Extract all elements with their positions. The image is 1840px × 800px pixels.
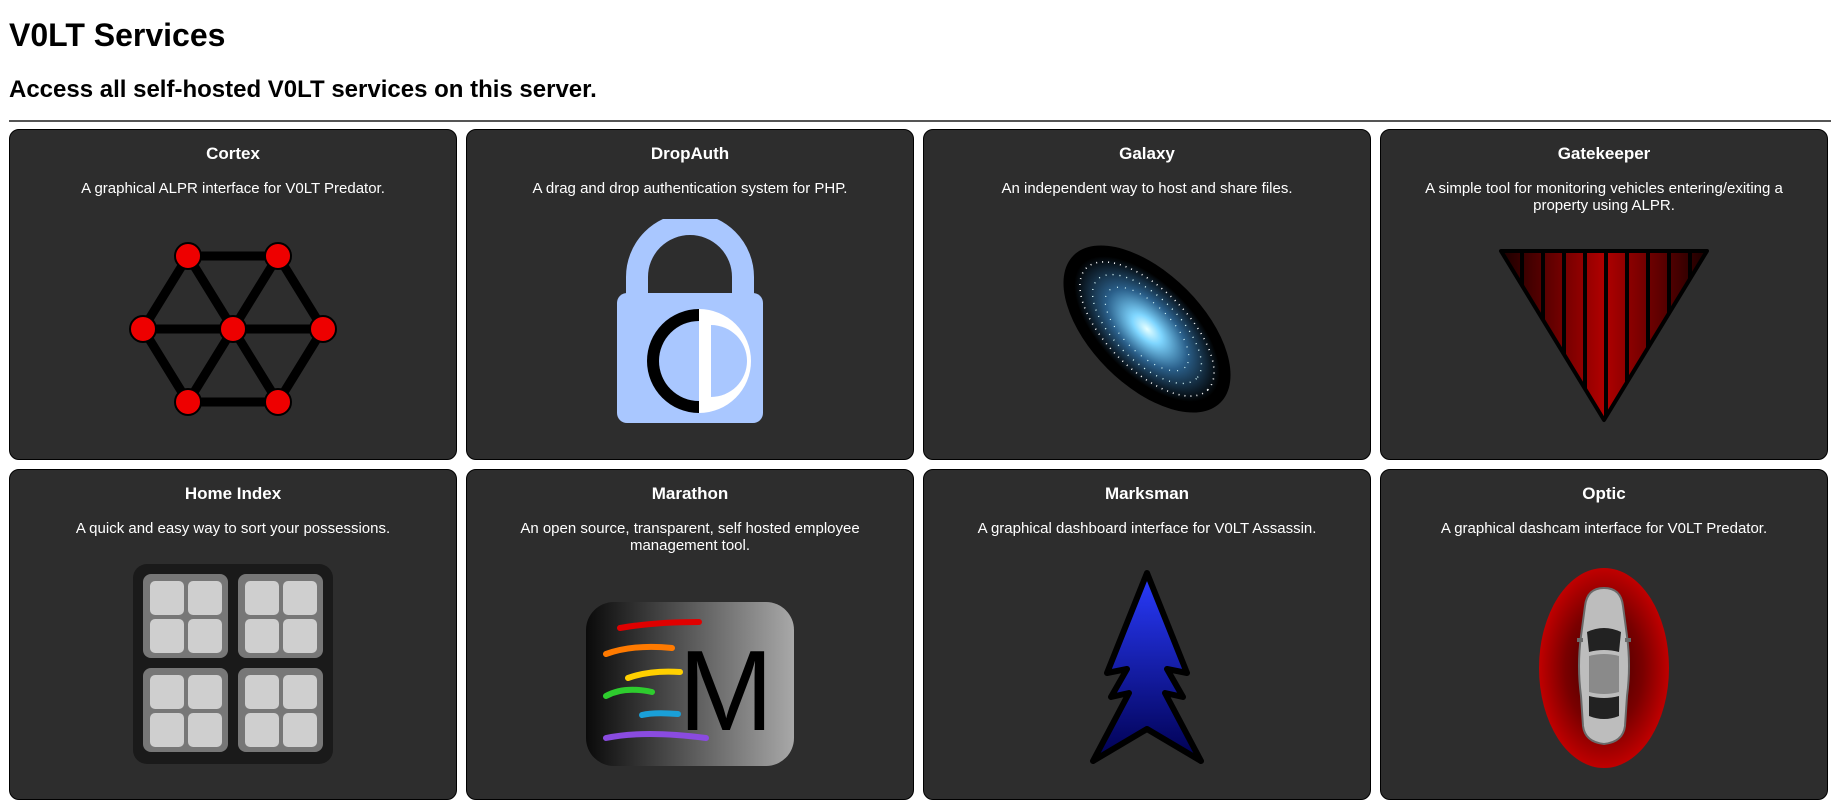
arrow-tree-icon (924, 569, 1370, 769)
grid-boxes-icon (10, 562, 456, 766)
service-card-home-index[interactable]: Home Index A quick and easy way to sort … (9, 469, 457, 800)
service-description: An independent way to host and share fil… (1001, 180, 1293, 197)
service-title: DropAuth (650, 144, 730, 163)
service-description: A drag and drop authentication system fo… (532, 180, 848, 197)
service-card-gatekeeper[interactable]: Gatekeeper A simple tool for monitoring … (1380, 129, 1828, 460)
service-card-marathon[interactable]: Marathon An open source, transparent, se… (466, 469, 914, 800)
gate-triangle-icon (1381, 248, 1827, 424)
cortex-network-icon (10, 234, 456, 424)
service-card-dropauth[interactable]: DropAuth A drag and drop authentication … (466, 129, 914, 460)
service-description: A simple tool for monitoring vehicles en… (1425, 180, 1783, 214)
service-title: Home Index (184, 484, 282, 503)
service-description: An open source, transparent, self hosted… (520, 520, 860, 554)
padlock-icon (467, 219, 913, 425)
galaxy-icon (924, 234, 1370, 424)
service-title: Galaxy (1119, 144, 1175, 163)
car-top-view-icon (1381, 566, 1827, 770)
service-card-marksman[interactable]: Marksman A graphical dashboard interface… (923, 469, 1371, 800)
service-title: Gatekeeper (1557, 144, 1651, 163)
service-title: Cortex (206, 144, 260, 163)
service-description: A graphical dashboard interface for V0LT… (977, 520, 1317, 537)
service-description: A graphical ALPR interface for V0LT Pred… (81, 180, 385, 197)
page-subtitle: Access all self-hosted V0LT services on … (9, 76, 597, 103)
service-card-cortex[interactable]: Cortex A graphical ALPR interface for V0… (9, 129, 457, 460)
service-card-optic[interactable]: Optic A graphical dashcam interface for … (1380, 469, 1828, 800)
marathon-m-icon: M (467, 600, 913, 768)
page-title: V0LT Services (9, 17, 226, 53)
svg-text:M: M (679, 628, 774, 755)
services-grid: Cortex A graphical ALPR interface for V0… (9, 129, 1831, 800)
service-description: A graphical dashcam interface for V0LT P… (1440, 520, 1768, 537)
service-title: Optic (1582, 484, 1626, 503)
service-title: Marathon (651, 484, 729, 503)
service-description: A quick and easy way to sort your posses… (75, 520, 391, 537)
service-card-galaxy[interactable]: Galaxy An independent way to host and sh… (923, 129, 1371, 460)
service-title: Marksman (1104, 484, 1190, 503)
header-divider (9, 120, 1831, 122)
page: V0LT Services Access all self-hosted V0L… (0, 0, 1840, 800)
